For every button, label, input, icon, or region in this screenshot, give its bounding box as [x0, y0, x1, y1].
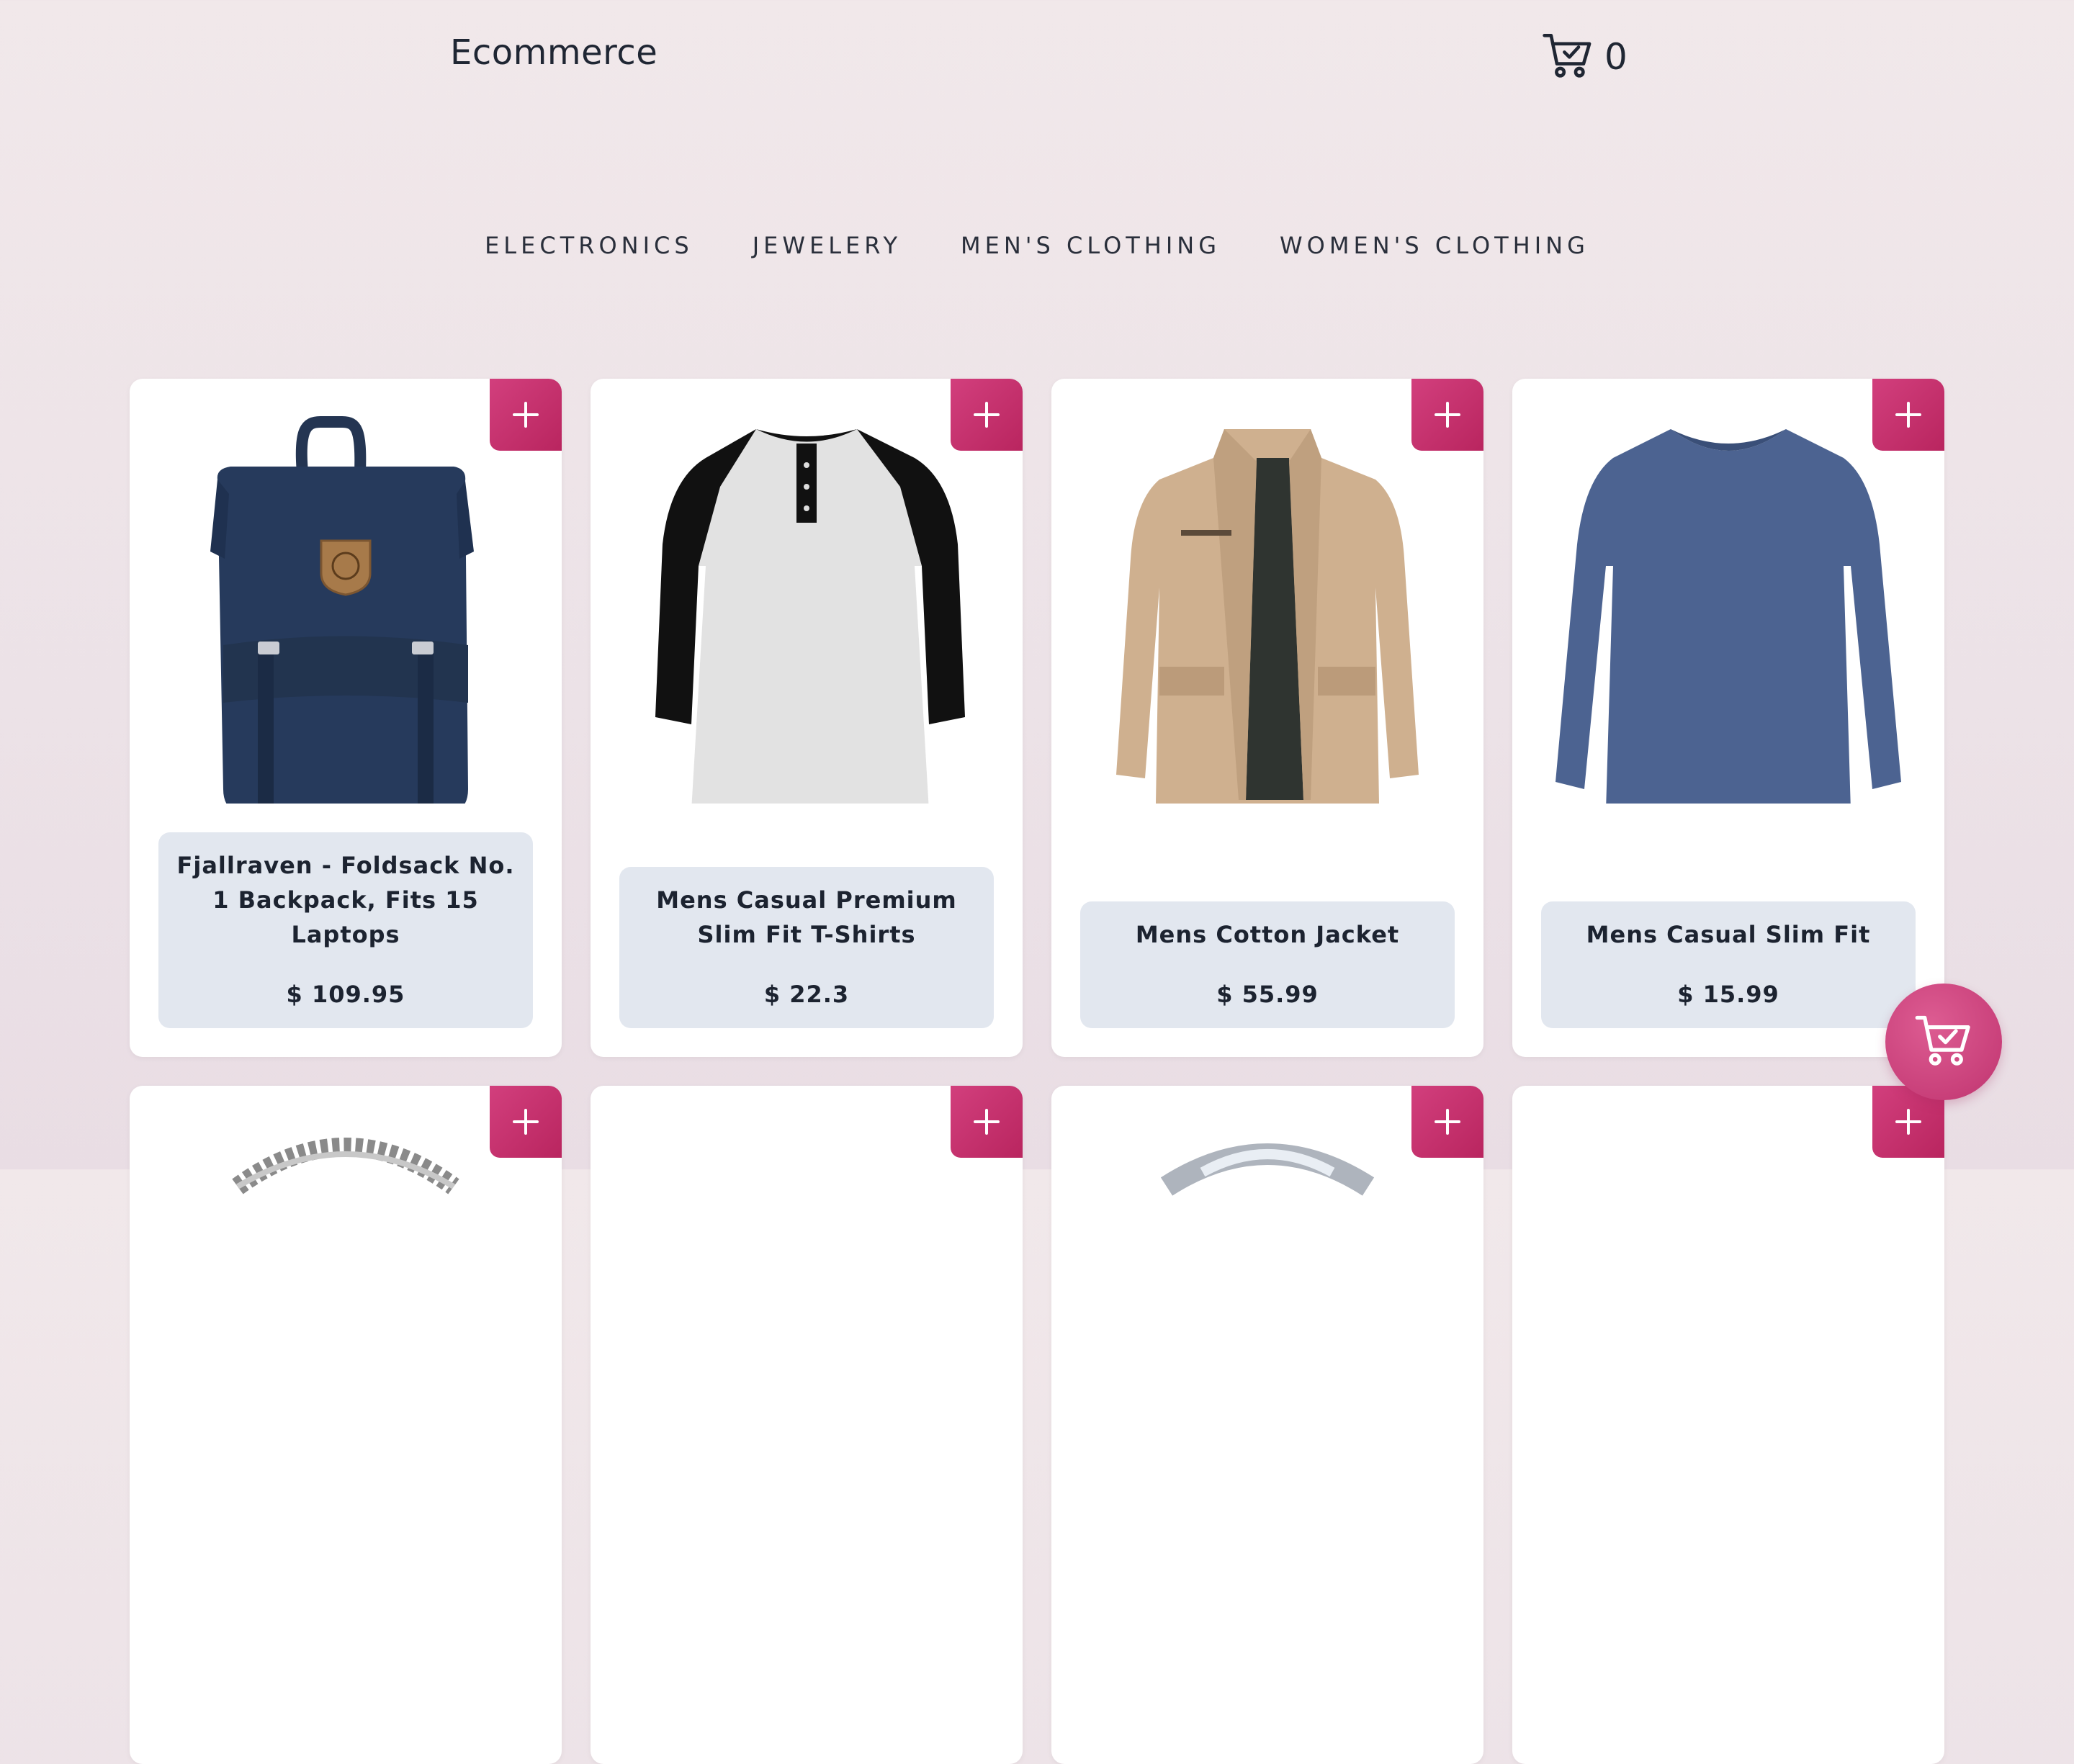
product-card[interactable]	[130, 1086, 562, 1764]
product-image-raglan-shirt[interactable]	[612, 400, 1001, 804]
product-title: Mens Cotton Jacket	[1135, 921, 1400, 948]
category-jewelery[interactable]: JEWELERY	[753, 232, 902, 259]
product-title: Fjallraven - Foldsack No. 1 Backpack, Fi…	[176, 852, 515, 948]
product-price: $ 22.3	[763, 981, 850, 1008]
floating-cart-button[interactable]	[1885, 984, 2002, 1100]
header-cart-button[interactable]: 0	[1541, 29, 1628, 85]
category-nav: ELECTRONICS JEWELERY MEN'S CLOTHING WOME…	[0, 232, 2074, 259]
product-title: Mens Casual Premium Slim Fit T-Shirts	[656, 886, 957, 948]
product-card[interactable]: Mens Casual Slim Fit $ 15.99	[1512, 379, 1944, 1057]
category-womens-clothing[interactable]: WOMEN'S CLOTHING	[1280, 232, 1589, 259]
product-image[interactable]	[612, 1107, 1001, 1511]
brand-logo[interactable]: Ecommerce	[450, 32, 657, 73]
product-image[interactable]	[1534, 1107, 1923, 1511]
cart-count: 0	[1604, 36, 1628, 78]
product-card[interactable]	[1051, 1086, 1483, 1764]
product-price: $ 55.99	[1216, 981, 1319, 1008]
product-card[interactable]: Mens Casual Premium Slim Fit T-Shirts $ …	[591, 379, 1023, 1057]
shopping-cart-icon	[1913, 1010, 1974, 1074]
product-image-ring[interactable]	[1073, 1107, 1462, 1511]
product-info: Mens Casual Premium Slim Fit T-Shirts $ …	[619, 867, 994, 1028]
product-card[interactable]	[591, 1086, 1023, 1764]
product-price: $ 15.99	[1677, 981, 1779, 1008]
product-grid: Fjallraven - Foldsack No. 1 Backpack, Fi…	[130, 379, 1944, 1764]
product-image-bracelet[interactable]	[151, 1107, 540, 1511]
category-mens-clothing[interactable]: MEN'S CLOTHING	[961, 232, 1221, 259]
product-card[interactable]	[1512, 1086, 1944, 1764]
product-info: Mens Cotton Jacket $ 55.99	[1080, 901, 1455, 1028]
product-image-backpack[interactable]	[151, 400, 540, 804]
product-image-long-sleeve-shirt[interactable]	[1534, 400, 1923, 804]
product-card[interactable]: Fjallraven - Foldsack No. 1 Backpack, Fi…	[130, 379, 562, 1057]
product-price: $ 109.95	[286, 981, 405, 1008]
category-electronics[interactable]: ELECTRONICS	[485, 232, 693, 259]
product-card[interactable]: Mens Cotton Jacket $ 55.99	[1051, 379, 1483, 1057]
product-title: Mens Casual Slim Fit	[1586, 921, 1871, 948]
product-image-jacket[interactable]	[1073, 400, 1462, 804]
product-info: Mens Casual Slim Fit $ 15.99	[1541, 901, 1916, 1028]
shopping-cart-icon	[1541, 29, 1594, 85]
product-info: Fjallraven - Foldsack No. 1 Backpack, Fi…	[158, 832, 533, 1028]
